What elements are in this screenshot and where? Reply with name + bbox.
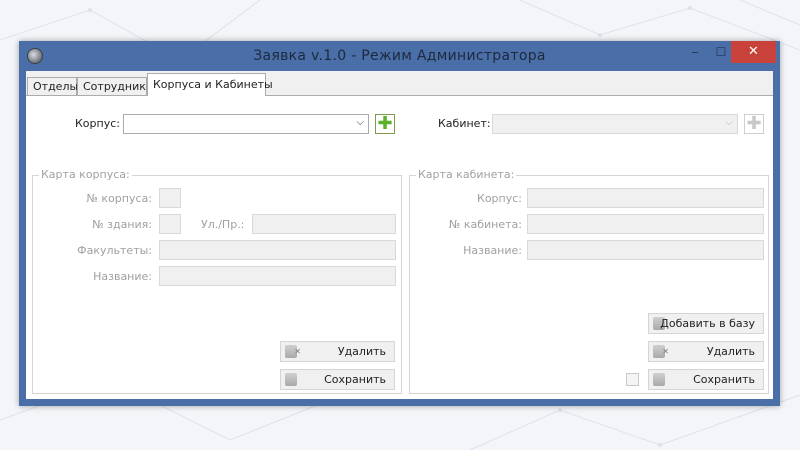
minimize-button[interactable]: ‒ [682, 41, 708, 63]
chevron-down-icon: ⌵ [356, 117, 364, 128]
add-to-database-button[interactable]: Добавить в базу [648, 313, 764, 334]
building-label: Корпус: [75, 117, 120, 130]
room-card-title: Карта кабинета: [416, 168, 517, 181]
window-title: Заявка v.1.0 - Режим Администратора [253, 48, 546, 64]
tab-departments[interactable]: Отделы [27, 77, 78, 95]
building-name-field[interactable] [159, 266, 396, 286]
delete-building-label: Удалить [337, 345, 386, 358]
building-card-group: Карта корпуса: № корпуса: № здания: Ул./… [32, 168, 402, 394]
room-number-field[interactable] [527, 214, 764, 234]
street-field[interactable] [252, 214, 396, 234]
delete-db-icon [285, 342, 301, 361]
building-number-field[interactable] [159, 188, 181, 208]
close-button[interactable]: ✕ [731, 41, 776, 63]
room-name-field[interactable] [527, 240, 764, 260]
tab-employees[interactable]: Сотрудники [77, 77, 153, 95]
building-card-title: Карта корпуса: [39, 168, 132, 181]
delete-room-label: Удалить [706, 345, 755, 358]
add-building-button[interactable]: ✚ [375, 114, 395, 134]
tab-panel-buildings-rooms: Корпус: ⌵ ✚ Кабинет: ⌵ ✚ Карта корпуса: … [26, 95, 773, 399]
save-db-icon [285, 373, 297, 386]
plus-icon: ✚ [746, 113, 762, 134]
chevron-down-icon: ⌵ [725, 117, 733, 128]
plus-icon: ✚ [377, 113, 393, 134]
faculties-field[interactable] [159, 240, 396, 260]
room-card-group: Карта кабинета: Корпус: № кабинета: Назв… [409, 168, 769, 394]
building-no-field[interactable] [159, 214, 181, 234]
faculties-label: Факультеты: [77, 244, 152, 257]
save-building-button[interactable]: Сохранить [280, 369, 395, 390]
building-combobox[interactable]: ⌵ [123, 114, 369, 134]
room-name-label: Название: [463, 244, 522, 257]
room-building-field[interactable] [527, 188, 764, 208]
room-building-label: Корпус: [477, 192, 522, 205]
building-no-label: № здания: [92, 218, 152, 231]
room-number-label: № кабинета: [448, 218, 522, 231]
delete-building-button[interactable]: Удалить [280, 341, 395, 362]
add-to-database-label: Добавить в базу [660, 317, 755, 330]
save-db-icon [653, 373, 665, 386]
delete-room-button[interactable]: Удалить [648, 341, 764, 362]
room-checkbox[interactable] [626, 373, 639, 386]
save-building-label: Сохранить [324, 373, 386, 386]
building-name-label: Название: [93, 270, 152, 283]
street-label: Ул./Пр.: [201, 218, 245, 231]
building-number-label: № корпуса: [86, 192, 153, 205]
delete-db-icon [653, 342, 669, 361]
window-client-area: Отделы Сотрудники Корпуса и Кабинеты Кор… [26, 71, 773, 399]
room-combobox[interactable]: ⌵ [492, 114, 738, 134]
room-label: Кабинет: [438, 117, 491, 130]
app-window: Заявка v.1.0 - Режим Администратора ‒ ☐ … [19, 41, 780, 406]
add-room-button[interactable]: ✚ [744, 114, 764, 134]
save-room-button[interactable]: Сохранить [648, 369, 764, 390]
save-room-label: Сохранить [693, 373, 755, 386]
title-bar[interactable]: Заявка v.1.0 - Режим Администратора ‒ ☐ … [19, 41, 780, 71]
tab-buildings-rooms[interactable]: Корпуса и Кабинеты [147, 73, 273, 96]
